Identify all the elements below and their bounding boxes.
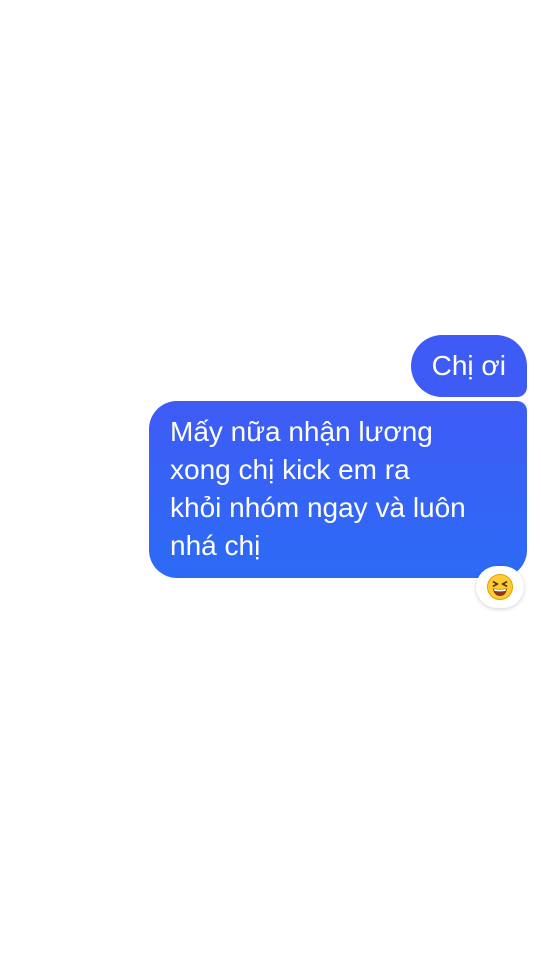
- reaction-badge[interactable]: [476, 566, 524, 608]
- message-bubble-1[interactable]: Chị ơi: [410, 335, 527, 397]
- grinning-squinting-face-icon: [487, 574, 513, 600]
- message-bubble-2[interactable]: Mấy nữa nhận lương xong chị kick em ra k…: [149, 401, 527, 578]
- chat-area: Chị ơi Mấy nữa nhận lương xong chị kick …: [0, 0, 541, 960]
